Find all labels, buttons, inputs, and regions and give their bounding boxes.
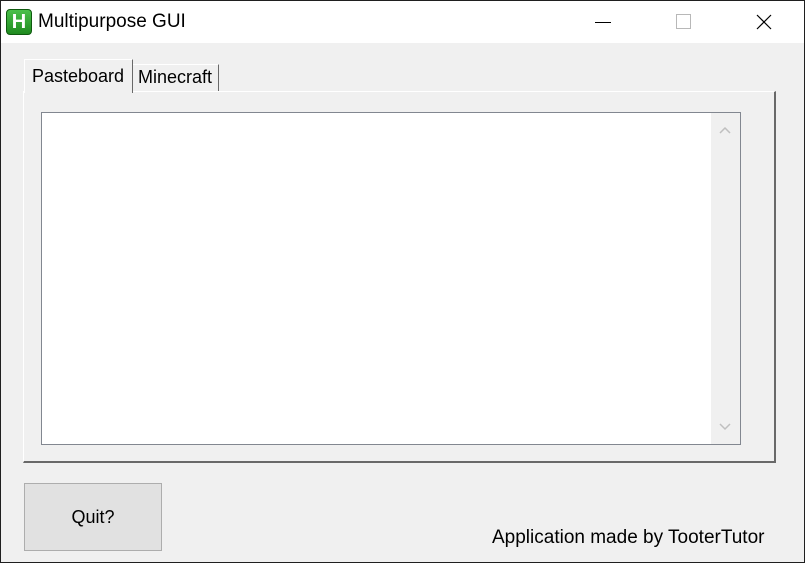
minimize-icon <box>595 22 611 23</box>
scroll-up-icon[interactable] <box>718 125 732 135</box>
vertical-scrollbar[interactable] <box>711 113 740 444</box>
minimize-button[interactable] <box>580 1 626 43</box>
app-icon: H <box>6 9 32 35</box>
maximize-button <box>660 1 706 43</box>
quit-button[interactable]: Quit? <box>24 483 162 551</box>
pasteboard-textarea[interactable] <box>41 112 741 445</box>
title-bar[interactable]: H Multipurpose GUI <box>1 1 804 43</box>
tab-minecraft[interactable]: Minecraft <box>133 64 219 91</box>
app-window: H Multipurpose GUI Pasteboard Minecraft <box>0 0 805 563</box>
close-icon <box>756 14 772 30</box>
credit-label: Application made by TooterTutor <box>492 527 765 548</box>
tab-pasteboard[interactable]: Pasteboard <box>24 59 133 93</box>
scroll-down-icon[interactable] <box>718 422 732 432</box>
window-title: Multipurpose GUI <box>38 11 186 32</box>
maximize-icon <box>676 14 691 29</box>
close-button[interactable] <box>740 1 786 43</box>
